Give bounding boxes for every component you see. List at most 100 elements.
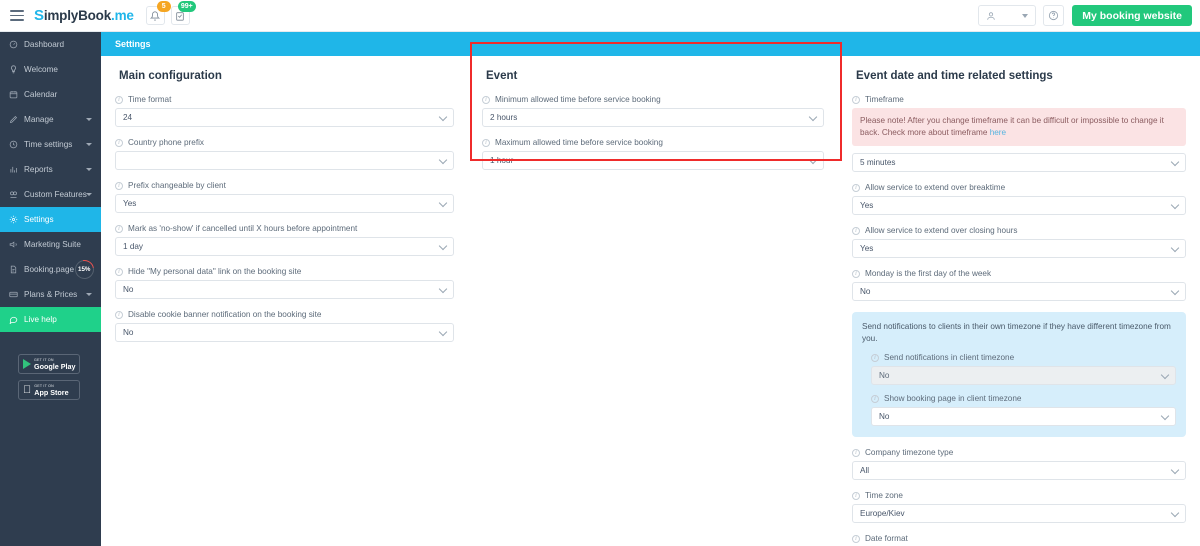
event-datetime-panel: Event date and time related settings i T… [838, 70, 1200, 546]
info-icon[interactable]: i [852, 183, 860, 192]
info-icon[interactable]: i [115, 138, 123, 147]
show-booking-page-client-timezone-select[interactable]: No [871, 407, 1176, 426]
field-disable-cookie-banner: i Disable cookie banner notification on … [115, 310, 454, 342]
calendar-icon [9, 90, 22, 99]
sidebar-item-settings[interactable]: Settings [0, 207, 101, 232]
notifications-bell-button[interactable]: 5 [145, 1, 171, 25]
label-text: Hide "My personal data" link on the book… [128, 267, 302, 276]
info-icon[interactable]: i [115, 181, 123, 190]
sidebar-item-dashboard[interactable]: Dashboard [0, 32, 101, 57]
chevron-down-icon [438, 241, 448, 250]
user-menu-button[interactable] [978, 5, 1037, 26]
tab-bar-filler [164, 32, 1200, 56]
sidebar-item-booking-page[interactable]: Booking.page 15% [0, 256, 101, 283]
sidebar-item-label: Time settings [24, 140, 73, 149]
select-value: No [123, 328, 134, 337]
field-country-phone-prefix: i Country phone prefix [115, 138, 454, 170]
sidebar-item-live-help[interactable]: Live help [0, 307, 101, 332]
sidebar-item-marketing-suite[interactable]: Marketing Suite [0, 232, 101, 257]
info-icon[interactable]: i [871, 394, 879, 403]
label-text: Time format [128, 95, 172, 104]
select-value: No [123, 285, 134, 294]
sidebar-item-label: Booking.page [24, 265, 75, 274]
tasks-button[interactable]: 99+ [170, 1, 196, 25]
time-zone-select[interactable]: Europe/Kiev [852, 504, 1186, 523]
top-bar-right: My booking website [978, 0, 1200, 32]
time-format-select[interactable]: 24 [115, 108, 454, 127]
sidebar-item-label: Settings [24, 215, 54, 224]
user-icon [987, 11, 995, 20]
sidebar-item-label: Welcome [24, 65, 58, 74]
minimum-allowed-time-select[interactable]: 2 hours [482, 108, 824, 127]
disable-cookie-banner-select[interactable]: No [115, 323, 454, 342]
send-notifications-client-timezone-select[interactable]: No [871, 366, 1176, 385]
my-booking-website-button[interactable]: My booking website [1072, 5, 1192, 26]
info-icon[interactable]: i [482, 138, 490, 147]
hide-personal-data-select[interactable]: No [115, 280, 454, 299]
timeframe-help-link[interactable]: here [990, 128, 1006, 137]
info-icon[interactable]: i [852, 448, 860, 457]
no-show-select[interactable]: 1 day [115, 237, 454, 256]
select-value: 5 minutes [860, 158, 896, 167]
label-text: Time zone [865, 491, 903, 500]
info-icon[interactable]: i [115, 224, 123, 233]
info-icon[interactable]: i [115, 310, 123, 319]
field-show-booking-page-client-timezone: i Show booking page in client timezone N… [862, 394, 1176, 426]
app-store-badge[interactable]:  GET IT ON App Store [18, 380, 80, 400]
country-phone-prefix-select[interactable] [115, 151, 454, 170]
label-text: Send notifications in client timezone [884, 353, 1015, 362]
info-icon[interactable]: i [871, 353, 879, 362]
sidebar-item-custom-features[interactable]: Custom Features [0, 182, 101, 207]
logo-s: S [34, 7, 44, 24]
menu-toggle-icon[interactable] [10, 10, 24, 21]
sidebar-item-label: Dashboard [24, 40, 65, 49]
field-label: i Monday is the first day of the week [852, 269, 1186, 278]
info-icon[interactable]: i [115, 267, 123, 276]
label-text: Monday is the first day of the week [865, 269, 992, 278]
sidebar-item-calendar[interactable]: Calendar [0, 82, 101, 107]
info-icon[interactable]: i [852, 95, 860, 104]
tab-bar: Settings [101, 32, 1200, 56]
info-icon[interactable]: i [852, 534, 860, 543]
timeframe-select[interactable]: 5 minutes [852, 153, 1186, 172]
chevron-down-icon [1170, 465, 1180, 474]
field-hide-personal-data: i Hide "My personal data" link on the bo… [115, 267, 454, 299]
sidebar-item-label: Reports [24, 165, 53, 174]
info-icon[interactable]: i [482, 95, 490, 104]
sidebar-item-time-settings[interactable]: Time settings [0, 132, 101, 157]
chevron-down-icon [1170, 200, 1180, 209]
extend-breaktime-select[interactable]: Yes [852, 196, 1186, 215]
help-button[interactable] [1043, 5, 1065, 26]
select-value: All [860, 466, 870, 475]
app-root: SimplyBook.me 5 99+ My booking website D… [0, 0, 1200, 546]
info-icon[interactable]: i [852, 269, 860, 278]
chevron-down-icon [1170, 157, 1180, 166]
prefix-changeable-select[interactable]: Yes [115, 194, 454, 213]
label-text: Company timezone type [865, 448, 954, 457]
gear-icon [9, 215, 22, 224]
monday-first-day-select[interactable]: No [852, 282, 1186, 301]
select-value: No [879, 412, 890, 421]
main-content: Settings Main configuration i Time forma… [101, 32, 1200, 546]
select-value: 1 hour [490, 156, 514, 165]
info-icon[interactable]: i [852, 226, 860, 235]
select-value: Yes [860, 244, 874, 253]
sidebar-item-manage[interactable]: Manage [0, 107, 101, 132]
google-play-badge[interactable]: GET IT ON Google Play [18, 354, 80, 374]
field-label: i Prefix changeable by client [115, 181, 454, 190]
simplybook-logo[interactable]: SimplyBook.me [34, 7, 134, 24]
tab-settings[interactable]: Settings [101, 32, 165, 56]
sidebar-item-welcome[interactable]: Welcome [0, 57, 101, 82]
apple-icon:  [23, 384, 31, 396]
extend-closing-hours-select[interactable]: Yes [852, 239, 1186, 258]
company-timezone-type-select[interactable]: All [852, 461, 1186, 480]
sidebar-item-reports[interactable]: Reports [0, 157, 101, 182]
bell-icon [150, 10, 161, 21]
sidebar-item-plans-and-prices[interactable]: Plans & Prices [0, 282, 101, 307]
info-icon[interactable]: i [852, 491, 860, 500]
client-timezone-box: Send notifications to clients in their o… [852, 312, 1186, 437]
select-value: 1 day [123, 242, 144, 251]
select-value: No [879, 371, 890, 380]
maximum-allowed-time-select[interactable]: 1 hour [482, 151, 824, 170]
info-icon[interactable]: i [115, 95, 123, 104]
